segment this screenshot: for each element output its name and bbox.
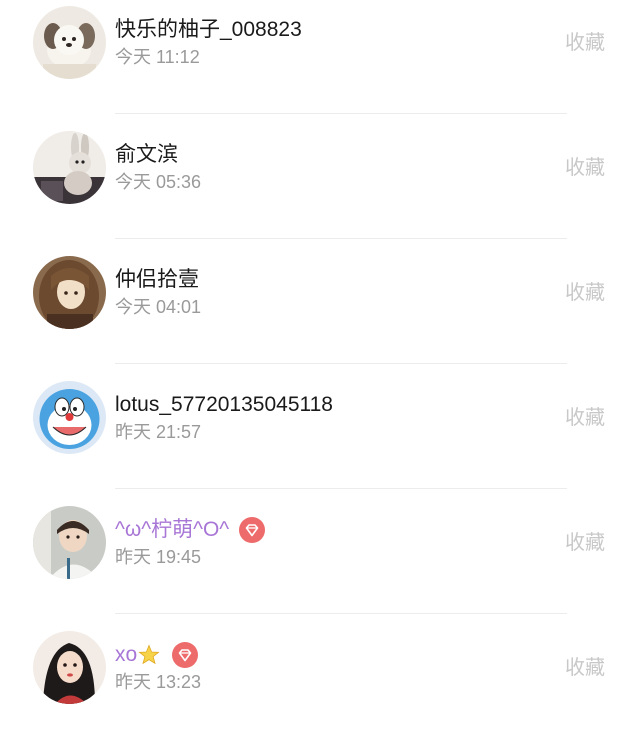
list-item[interactable]: 俞文滨 今天 05:36 收藏 (0, 125, 640, 250)
list-item[interactable]: xo 昨天 13:23 收藏 (0, 625, 640, 750)
avatar[interactable] (33, 6, 106, 79)
user-name[interactable]: ^ω^柠萌^O^ (115, 516, 229, 544)
collect-button[interactable]: 收藏 (565, 655, 605, 681)
collect-button[interactable]: 收藏 (565, 30, 605, 56)
divider (115, 238, 567, 239)
divider (115, 613, 567, 614)
star-icon (138, 644, 160, 666)
list-item[interactable]: 快乐的柚子_008823 今天 11:12 收藏 (0, 0, 640, 125)
avatar[interactable] (33, 506, 106, 579)
timestamp: 今天 05:36 (115, 172, 202, 192)
avatar[interactable] (33, 256, 106, 329)
avatar[interactable] (33, 381, 106, 454)
avatar[interactable] (33, 631, 106, 704)
list-item[interactable]: lotus_57720135045118 昨天 21:57 收藏 (0, 375, 640, 500)
user-name[interactable]: 俞文滨 (115, 141, 178, 169)
user-name[interactable]: 仲侣拾壹 (115, 266, 199, 294)
timestamp: 昨天 19:45 (115, 547, 202, 567)
timestamp: 今天 04:01 (115, 297, 202, 317)
divider (115, 113, 567, 114)
timestamp: 昨天 21:57 (115, 422, 202, 442)
divider (115, 488, 567, 489)
collect-button[interactable]: 收藏 (565, 530, 605, 556)
user-name[interactable]: lotus_57720135045118 (115, 391, 333, 419)
user-name[interactable]: xo (115, 641, 137, 669)
divider (115, 363, 567, 364)
list-item[interactable]: 仲侣拾壹 今天 04:01 收藏 (0, 250, 640, 375)
timestamp: 昨天 13:23 (115, 672, 202, 692)
diamond-icon (239, 517, 266, 543)
user-name[interactable]: 快乐的柚子_008823 (115, 16, 302, 44)
collect-button[interactable]: 收藏 (565, 155, 605, 181)
collect-button[interactable]: 收藏 (565, 405, 605, 431)
timestamp: 今天 11:12 (115, 47, 200, 67)
diamond-icon (172, 642, 199, 668)
collect-button[interactable]: 收藏 (565, 280, 605, 306)
list-item[interactable]: ^ω^柠萌^O^ 昨天 19:45 收藏 (0, 500, 640, 625)
avatar[interactable] (33, 131, 106, 204)
